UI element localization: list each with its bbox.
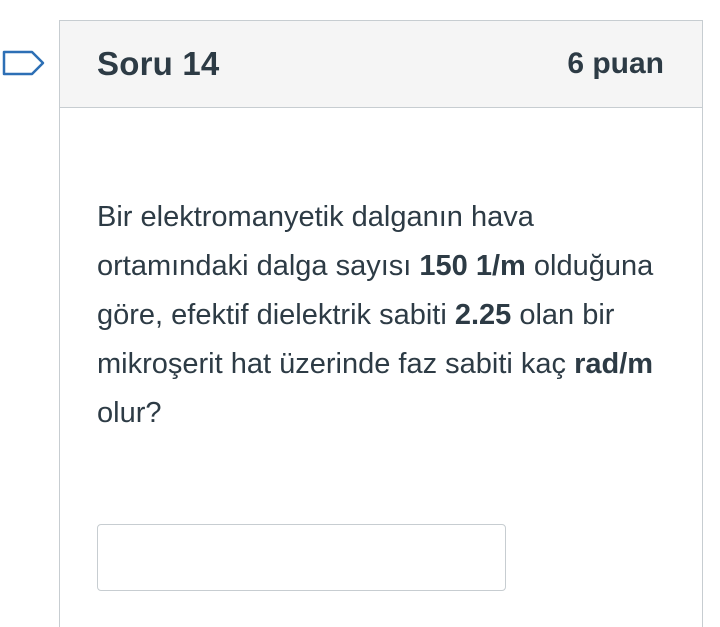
- quiz-page: Soru 14 6 puan Bir elektromanyetik dalga…: [0, 0, 720, 627]
- question-text: Bir elektromanyetik dalganın hava ortamı…: [97, 193, 687, 438]
- question-text-part: olur?: [97, 397, 162, 429]
- question-points: 6 puan: [567, 47, 664, 80]
- answer-input[interactable]: [97, 524, 506, 591]
- unit-label: rad/m: [574, 348, 654, 380]
- question-title: Soru 14: [97, 45, 220, 82]
- question-body: Bir elektromanyetik dalganın hava ortamı…: [60, 108, 702, 591]
- flag-question-icon[interactable]: [2, 45, 46, 81]
- question-header: Soru 14 6 puan: [60, 21, 702, 108]
- dielectric-constant-value: 2.25: [454, 299, 512, 331]
- question-card: Soru 14 6 puan Bir elektromanyetik dalga…: [59, 20, 703, 627]
- wave-number-value: 150 1/m: [419, 250, 526, 282]
